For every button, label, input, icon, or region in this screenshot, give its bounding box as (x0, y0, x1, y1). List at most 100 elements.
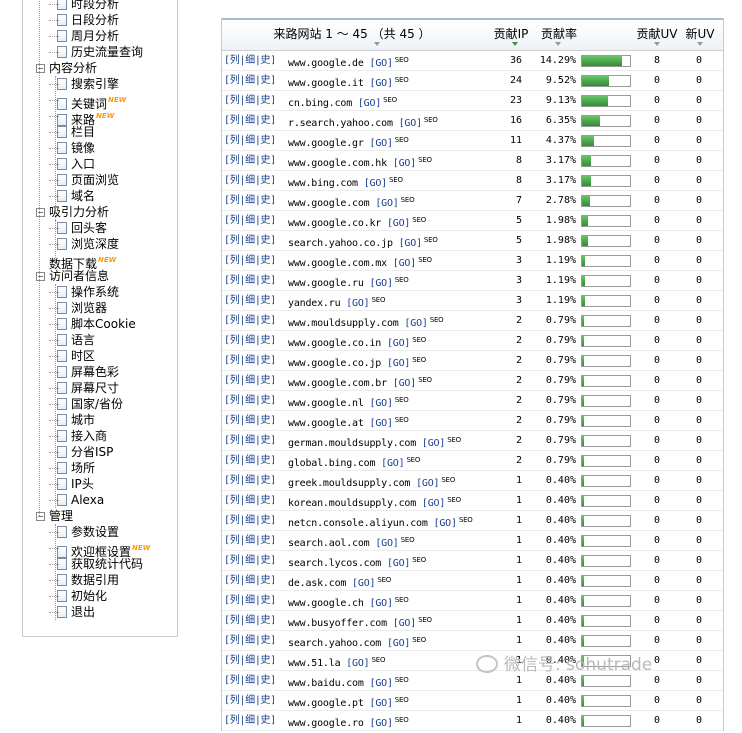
header-ip[interactable]: 贡献IP (488, 20, 534, 50)
site-link[interactable]: www.baidu.com (288, 678, 364, 689)
detail-links[interactable]: [列|细|史] (224, 571, 276, 590)
site-link[interactable]: www.google.com.mx (288, 258, 387, 269)
seo-link[interactable]: SEO (395, 396, 409, 404)
detail-links[interactable]: [列|细|史] (224, 191, 276, 210)
go-link[interactable]: [GO] (364, 178, 387, 189)
seo-link[interactable]: SEO (412, 356, 426, 364)
collapse-icon[interactable]: − (36, 512, 45, 521)
nav-item[interactable]: 时区 (49, 348, 95, 364)
detail-links[interactable]: [列|细|史] (224, 511, 276, 530)
detail-links[interactable]: [列|细|史] (224, 631, 276, 650)
seo-link[interactable]: SEO (418, 616, 432, 624)
site-link[interactable]: www.google.ch (288, 598, 364, 609)
site-link[interactable]: www.google.ro (288, 718, 364, 729)
nav-item[interactable]: 页面浏览 (49, 172, 119, 188)
seo-link[interactable]: SEO (372, 656, 386, 664)
site-link[interactable]: www.google.at (288, 418, 364, 429)
detail-links[interactable]: [列|细|史] (224, 711, 276, 730)
nav-item[interactable]: 退出 (49, 604, 95, 620)
nav-item[interactable]: 场所 (49, 460, 95, 476)
go-link[interactable]: [GO] (375, 538, 398, 549)
detail-links[interactable]: [列|细|史] (224, 451, 276, 470)
nav-item[interactable]: 浏览器 (49, 300, 107, 316)
detail-links[interactable]: [列|细|史] (224, 331, 276, 350)
seo-link[interactable]: SEO (412, 336, 426, 344)
seo-link[interactable]: SEO (401, 196, 415, 204)
sort-down-icon[interactable] (654, 42, 660, 46)
go-link[interactable]: [GO] (358, 98, 381, 109)
go-link[interactable]: [GO] (370, 138, 393, 149)
seo-link[interactable]: SEO (459, 516, 473, 524)
seo-link[interactable]: SEO (412, 636, 426, 644)
detail-links[interactable]: [列|细|史] (224, 431, 276, 450)
collapse-icon[interactable]: − (36, 272, 45, 281)
site-link[interactable]: www.google.co.jp (288, 358, 381, 369)
sort-down-icon[interactable] (697, 42, 703, 46)
nav-item[interactable]: 浏览深度 (49, 236, 119, 252)
go-link[interactable]: [GO] (393, 618, 416, 629)
detail-links[interactable]: [列|细|史] (224, 351, 276, 370)
site-link[interactable]: www.mouldsupply.com (288, 318, 399, 329)
seo-link[interactable]: SEO (383, 96, 397, 104)
site-link[interactable]: global.bing.com (288, 458, 376, 469)
go-link[interactable]: [GO] (387, 638, 410, 649)
detail-links[interactable]: [列|细|史] (224, 471, 276, 490)
nav-item[interactable]: 操作系统 (49, 284, 119, 300)
site-link[interactable]: www.google.com.hk (288, 158, 387, 169)
nav-item[interactable]: 语言 (49, 332, 95, 348)
seo-link[interactable]: SEO (424, 116, 438, 124)
detail-links[interactable]: [列|细|史] (224, 151, 276, 170)
nav-item[interactable]: 日段分析 (49, 12, 119, 28)
go-link[interactable]: [GO] (370, 678, 393, 689)
nav-item[interactable]: 镜像 (49, 140, 95, 156)
nav-item[interactable]: 初始化 (49, 588, 107, 604)
site-link[interactable]: www.google.pt (288, 698, 364, 709)
seo-link[interactable]: SEO (395, 716, 409, 724)
nav-item[interactable]: 时段分析 (49, 0, 119, 12)
go-link[interactable]: [GO] (422, 438, 445, 449)
detail-links[interactable]: [列|细|史] (224, 231, 276, 250)
seo-link[interactable]: SEO (412, 216, 426, 224)
nav-item[interactable]: 国家/省份 (49, 396, 123, 412)
site-link[interactable]: cn.bing.com (288, 98, 352, 109)
detail-links[interactable]: [列|细|史] (224, 611, 276, 630)
site-link[interactable]: r.search.yahoo.com (288, 118, 393, 129)
seo-link[interactable]: SEO (418, 376, 432, 384)
nav-item[interactable]: 域名 (49, 188, 95, 204)
seo-link[interactable]: SEO (395, 416, 409, 424)
nav-item[interactable]: Alexa (49, 492, 104, 508)
site-link[interactable]: korean.mouldsupply.com (288, 498, 416, 509)
collapse-icon[interactable]: − (36, 64, 45, 73)
site-link[interactable]: www.google.com.br (288, 378, 387, 389)
site-link[interactable]: netcn.console.aliyun.com (288, 518, 428, 529)
detail-links[interactable]: [列|细|史] (224, 551, 276, 570)
site-link[interactable]: search.yahoo.com (288, 638, 381, 649)
nav-item[interactable]: 参数设置 (49, 524, 119, 540)
seo-link[interactable]: SEO (395, 276, 409, 284)
seo-link[interactable]: SEO (447, 436, 461, 444)
nav-item[interactable]: 关键词NEW (49, 92, 126, 111)
seo-link[interactable]: SEO (418, 256, 432, 264)
seo-link[interactable]: SEO (395, 56, 409, 64)
nav-group[interactable]: − 访问者信息 (36, 268, 109, 284)
site-link[interactable]: yandex.ru (288, 298, 341, 309)
go-link[interactable]: [GO] (387, 358, 410, 369)
site-link[interactable]: www.google.co.in (288, 338, 381, 349)
detail-links[interactable]: [列|细|史] (224, 211, 276, 230)
site-link[interactable]: www.google.gr (288, 138, 364, 149)
go-link[interactable]: [GO] (370, 58, 393, 69)
detail-links[interactable]: [列|细|史] (224, 251, 276, 270)
seo-link[interactable]: SEO (377, 576, 391, 584)
nav-item[interactable]: 接入商 (49, 428, 107, 444)
sort-active-icon[interactable] (512, 42, 518, 46)
site-link[interactable]: greek.mouldsupply.com (288, 478, 410, 489)
nav-item[interactable]: 屏幕色彩 (49, 364, 119, 380)
go-link[interactable]: [GO] (381, 458, 404, 469)
nav-item[interactable]: 来路NEW (49, 108, 114, 127)
go-link[interactable]: [GO] (346, 298, 369, 309)
nav-item[interactable]: 历史流量查询 (49, 44, 143, 60)
detail-links[interactable]: [列|细|史] (224, 591, 276, 610)
seo-link[interactable]: SEO (395, 676, 409, 684)
detail-links[interactable]: [列|细|史] (224, 531, 276, 550)
go-link[interactable]: [GO] (346, 658, 369, 669)
